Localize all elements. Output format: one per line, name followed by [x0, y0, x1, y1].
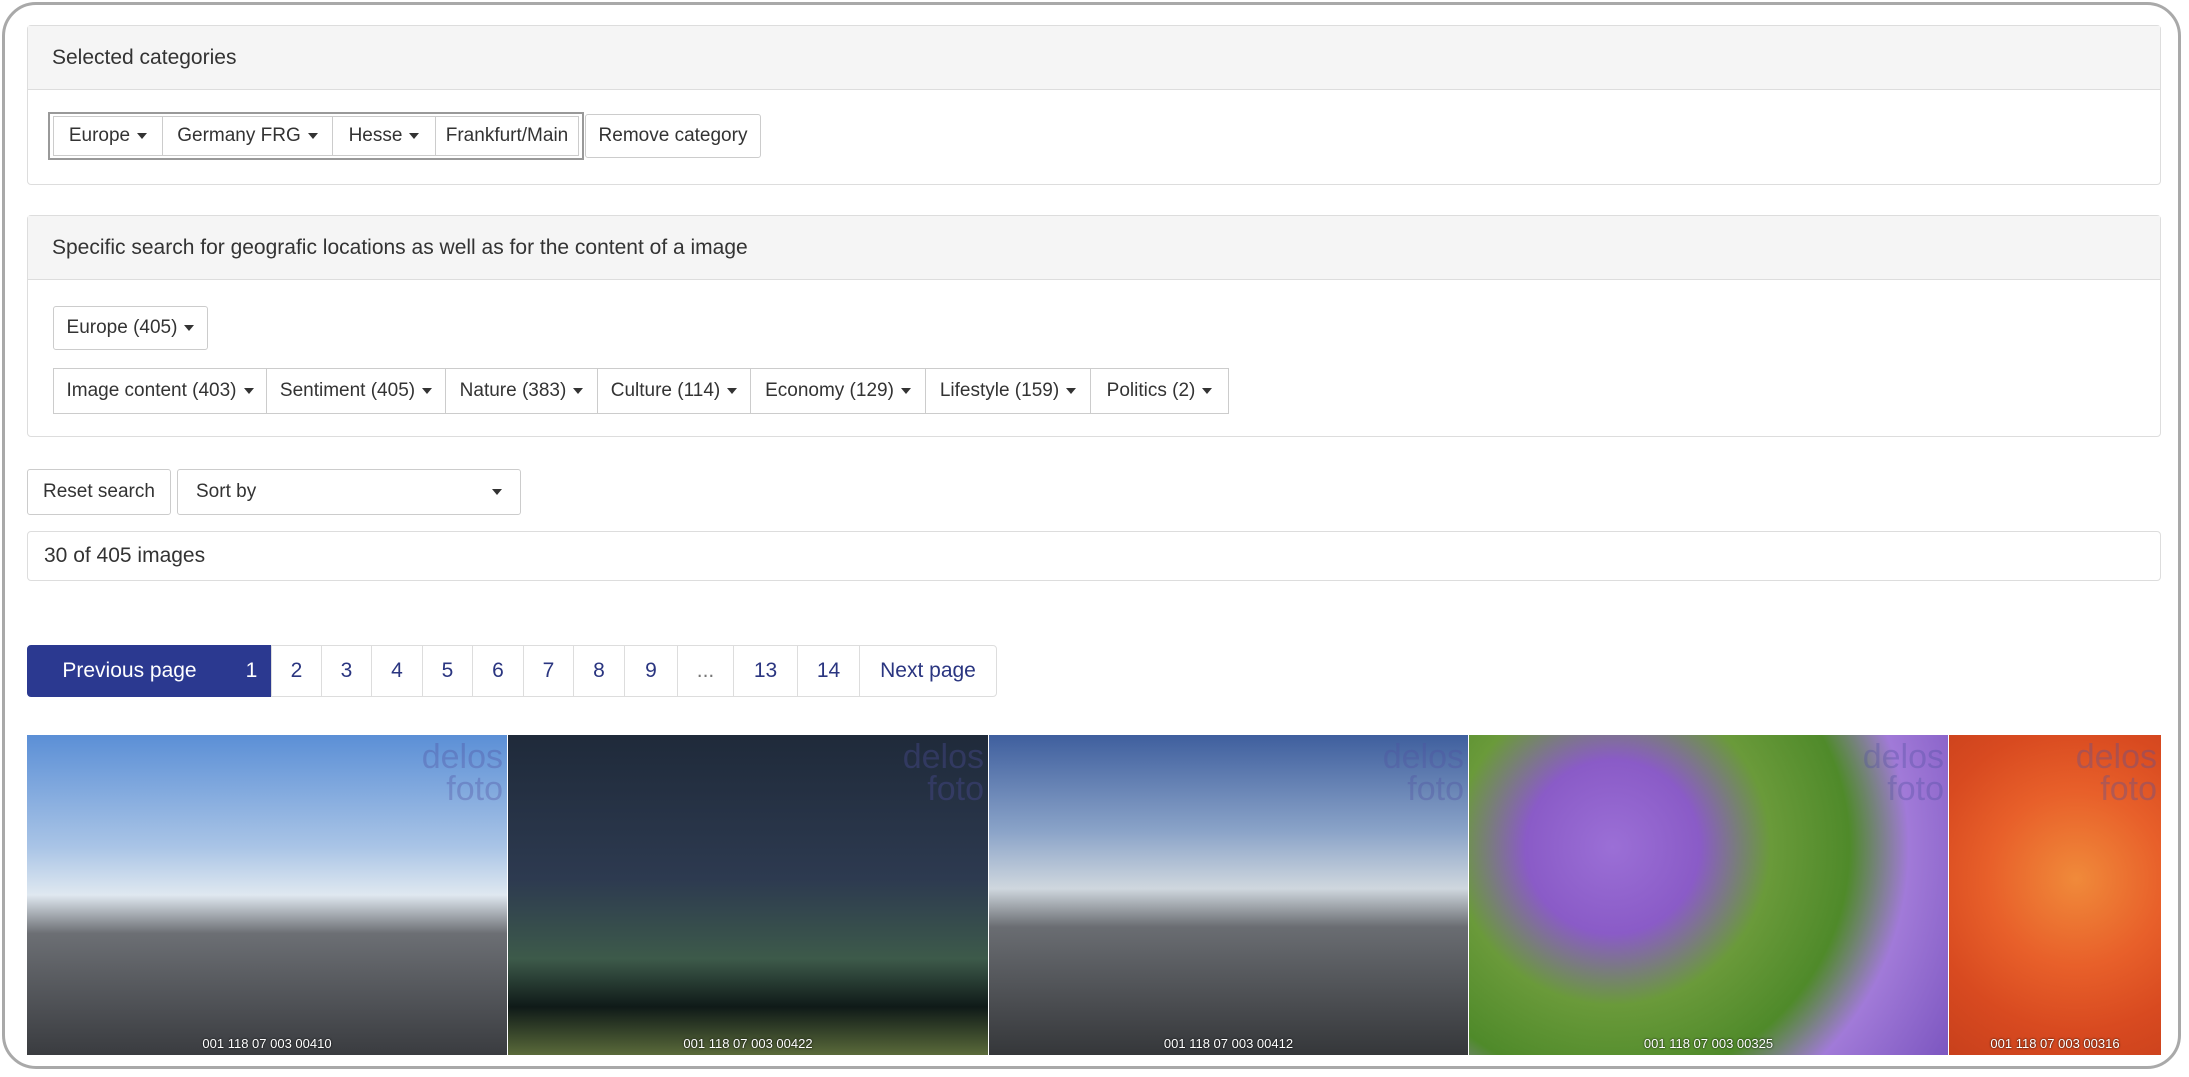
caret-down-icon: [492, 489, 502, 495]
page-label: 13: [753, 659, 778, 682]
page-1[interactable]: 1: [231, 645, 272, 697]
image-thumbnail[interactable]: delos foto 001 118 07 003 00325: [1469, 735, 1948, 1055]
caret-down-icon: [137, 133, 148, 139]
page-4[interactable]: 4: [371, 645, 423, 697]
reset-search-label: Reset search: [43, 481, 155, 502]
crumb-label: Hesse: [348, 125, 403, 146]
specific-search-title: Specific search for geografic locations …: [28, 216, 2160, 280]
filter-label: Politics (2): [1106, 380, 1196, 401]
page-8[interactable]: 8: [573, 645, 625, 697]
page-label: 7: [542, 659, 555, 682]
watermark-icon: delos foto: [421, 738, 503, 808]
sort-by-select[interactable]: Sort by: [177, 469, 521, 515]
page-label: 3: [340, 659, 353, 682]
filter-lifestyle[interactable]: Lifestyle (159): [925, 368, 1091, 414]
image-thumbnail[interactable]: delos foto 001 118 07 003 00316: [1949, 735, 2161, 1055]
page-3[interactable]: 3: [321, 645, 372, 697]
image-thumbnail[interactable]: delos foto 001 118 07 003 00410: [27, 735, 507, 1055]
filter-label: Sentiment (405): [279, 380, 416, 401]
page-6[interactable]: 6: [472, 645, 524, 697]
next-page-label: Next page: [880, 659, 976, 682]
caret-down-icon: [573, 388, 584, 394]
image-id: 001 118 07 003 00325: [1643, 1036, 1774, 1051]
caret-down-icon: [900, 388, 911, 394]
caret-down-icon: [243, 388, 254, 394]
watermark-icon: delos foto: [1862, 738, 1944, 808]
filter-label: Culture (114): [610, 380, 721, 401]
region-dropdown[interactable]: Europe (405): [53, 306, 208, 350]
crumb-label: Frankfurt/Main: [445, 125, 569, 146]
selected-categories-panel: Selected categories Europe Germany FRG H…: [27, 25, 2161, 185]
crumb-germany[interactable]: Germany FRG: [162, 116, 333, 156]
filter-label: Economy (129): [765, 380, 894, 401]
page-ellipsis: ...: [677, 645, 734, 697]
page-label: 5: [441, 659, 454, 682]
caret-down-icon: [409, 133, 420, 139]
filter-image-content[interactable]: Image content (403): [53, 368, 267, 414]
caret-down-icon: [307, 133, 318, 139]
image-id: 001 118 07 003 00412: [1163, 1036, 1294, 1051]
filter-label: Lifestyle (159): [939, 380, 1060, 401]
image-id: 001 118 07 003 00316: [1990, 1036, 2120, 1051]
watermark-icon: delos foto: [902, 738, 984, 808]
image-thumbnail[interactable]: delos foto 001 118 07 003 00422: [508, 735, 988, 1055]
watermark-icon: delos foto: [1382, 738, 1464, 808]
next-page-button[interactable]: Next page: [859, 645, 997, 697]
page-label: 8: [593, 659, 605, 682]
remove-category-label: Remove category: [598, 125, 748, 146]
previous-page-button[interactable]: Previous page: [27, 645, 232, 697]
caret-down-icon: [1066, 388, 1077, 394]
reset-search-button[interactable]: Reset search: [27, 469, 171, 515]
page-5[interactable]: 5: [422, 645, 473, 697]
filter-politics[interactable]: Politics (2): [1090, 368, 1229, 414]
page-14[interactable]: 14: [797, 645, 860, 697]
filter-label: Image content (403): [66, 380, 237, 401]
crumb-label: Europe: [68, 125, 131, 146]
image-id: 001 118 07 003 00410: [202, 1036, 332, 1051]
specific-search-panel: Specific search for geografic locations …: [27, 215, 2161, 437]
page-label: ...: [696, 659, 715, 682]
caret-down-icon: [422, 388, 433, 394]
crumb-label: Germany FRG: [177, 125, 301, 146]
region-label: Europe (405): [66, 317, 178, 338]
page-7[interactable]: 7: [523, 645, 574, 697]
page-2[interactable]: 2: [271, 645, 322, 697]
filter-label: Nature (383): [459, 380, 567, 401]
page-label: 9: [645, 659, 657, 682]
result-count-text: 30 of 405 images: [44, 544, 206, 567]
crumb-frankfurt[interactable]: Frankfurt/Main: [435, 116, 579, 156]
sort-by-label: Sort by: [196, 481, 257, 502]
image-thumbnail[interactable]: delos foto 001 118 07 003 00412: [989, 735, 1468, 1055]
filter-sentiment[interactable]: Sentiment (405): [266, 368, 446, 414]
selected-categories-title: Selected categories: [28, 26, 2160, 90]
page-label: 2: [290, 659, 303, 682]
page-label: 1: [245, 659, 258, 682]
caret-down-icon: [184, 325, 195, 331]
image-id: 001 118 07 003 00422: [683, 1036, 813, 1051]
page-13[interactable]: 13: [733, 645, 798, 697]
previous-page-label: Previous page: [62, 659, 197, 682]
caret-down-icon: [1202, 388, 1213, 394]
page-label: 4: [391, 659, 403, 682]
filter-nature[interactable]: Nature (383): [445, 368, 598, 414]
filter-economy[interactable]: Economy (129): [750, 368, 926, 414]
page-label: 14: [816, 659, 841, 682]
remove-category-button[interactable]: Remove category: [585, 114, 761, 158]
page-label: 6: [492, 659, 504, 682]
result-count-bar: 30 of 405 images: [27, 531, 2161, 581]
browser-frame: Selected categories Europe Germany FRG H…: [2, 2, 2181, 1069]
crumb-hesse[interactable]: Hesse: [332, 116, 436, 156]
page-9[interactable]: 9: [624, 645, 678, 697]
watermark-icon: delos foto: [2075, 738, 2157, 808]
caret-down-icon: [727, 388, 738, 394]
filter-culture[interactable]: Culture (114): [597, 368, 751, 414]
crumb-europe[interactable]: Europe: [53, 116, 163, 156]
